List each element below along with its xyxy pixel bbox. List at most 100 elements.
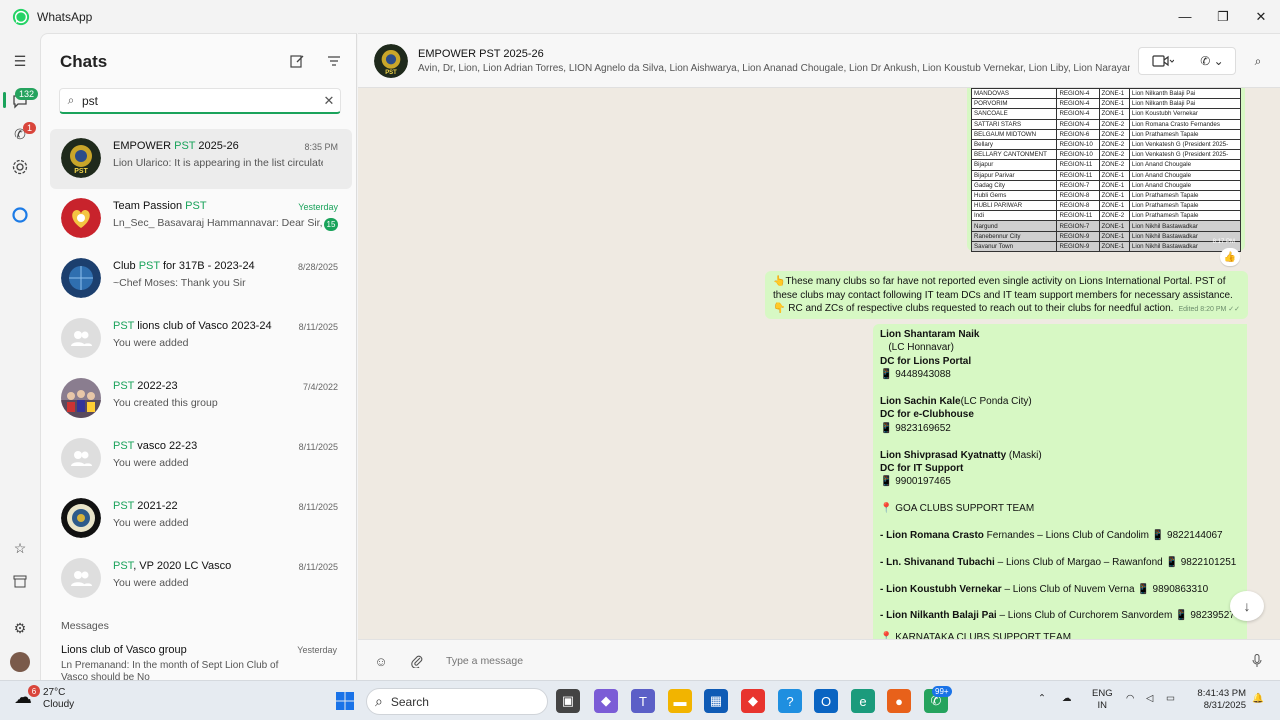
table-row: Bijapur REGION-11 ZONE-2 Lion Anand Chougal… <box>970 159 1242 171</box>
minimize-button[interactable]: — <box>1166 0 1204 33</box>
table-cell: ZONE-1 <box>1098 220 1130 232</box>
chats-sidebar: Chats ⌕ ✕ PST EMPOWER PST 2025-26 8:35 P… <box>40 33 357 680</box>
default-group-avatar-icon <box>61 438 101 478</box>
file-explorer-icon[interactable]: ▬ <box>668 689 692 713</box>
meta-ai-icon[interactable] <box>10 205 30 225</box>
clear-search-icon[interactable]: ✕ <box>318 93 340 109</box>
starred-icon[interactable]: ☆ <box>10 538 30 558</box>
maximize-button[interactable]: ❐ <box>1204 0 1242 33</box>
new-chat-icon[interactable] <box>288 52 306 70</box>
table-cell: Bellary <box>970 138 1058 151</box>
volume-icon[interactable]: ◁ <box>1146 693 1153 705</box>
chat-time: 8/28/2025 <box>297 262 338 272</box>
clock[interactable]: 8:41:43 PM 8/31/2025 <box>1190 688 1246 712</box>
table-cell: ZONE-1 <box>1098 189 1130 202</box>
settings-gear-icon[interactable]: ⚙ <box>10 618 30 638</box>
default-group-avatar-icon <box>61 318 101 358</box>
contact-name: Lion Shivprasad Kyatnatty <box>880 449 1007 461</box>
video-call-button[interactable] <box>1139 48 1187 74</box>
chat-item[interactable]: PST vasco 22-23 8/11/2025 You were added <box>50 429 352 489</box>
table-cell: Lion Venkatesh G (President 2025- <box>1128 138 1242 151</box>
microphone-icon[interactable] <box>1248 652 1266 670</box>
notification-bell-icon[interactable]: 🔔 <box>1252 693 1264 705</box>
table-cell: REGION-7 <box>1056 179 1100 191</box>
table-cell: ZONE-1 <box>1098 98 1130 110</box>
default-group-avatar-icon <box>61 558 101 598</box>
message-search-result[interactable]: Lions club of Vasco group Yesterday Ln P… <box>61 644 341 680</box>
message-input[interactable] <box>446 652 1226 670</box>
table-cell: REGION-9 <box>1056 240 1100 253</box>
teams-icon[interactable]: T <box>631 689 655 713</box>
task-view-icon[interactable]: ▣ <box>556 689 580 713</box>
battery-icon[interactable]: ▭ <box>1166 693 1175 705</box>
table-cell: Lion Prathamesh Tapale <box>1128 128 1242 140</box>
search-box[interactable]: ⌕ ✕ <box>59 88 341 114</box>
scroll-to-bottom-button[interactable]: ↓ <box>1230 591 1264 621</box>
reaction-badge[interactable]: 👍 <box>1220 248 1240 266</box>
status-icon[interactable] <box>10 157 30 177</box>
table-cell: Bijapur <box>970 159 1058 171</box>
table-cell: Lion Venkatesh G (President 2025- <box>1128 149 1242 161</box>
help-icon[interactable]: ? <box>778 689 802 713</box>
table-row: BELGAUM MIDTOWN REGION-6 ZONE-2 Lion Pratha… <box>970 128 1242 140</box>
table-cell: ZONE-1 <box>1098 169 1130 181</box>
chat-search-icon[interactable]: ⌕ <box>1248 48 1268 74</box>
filter-icon[interactable] <box>325 52 343 70</box>
show-hidden-icons[interactable]: ⌃ <box>1038 693 1046 705</box>
message-bubble[interactable]: Lion Shantaram Naik (LC Honnavar) DC for… <box>873 324 1247 639</box>
outlook-icon[interactable]: O <box>814 689 838 713</box>
table-row: Bellary REGION-10 ZONE-2 Lion Venkatesh G (… <box>970 138 1242 151</box>
language-indicator[interactable]: ENG IN <box>1092 688 1113 712</box>
member-name: - Lion Nilkanth Balaji Pai <box>880 610 997 622</box>
table-cell: REGION-8 <box>1056 189 1100 202</box>
chat-header[interactable]: PST EMPOWER PST 2025-26 Avin, Dr, Lion, … <box>358 34 1280 88</box>
chat-header-avatar[interactable]: PST <box>374 44 408 78</box>
table-cell: ZONE-1 <box>1098 230 1130 242</box>
table-cell: REGION-11 <box>1056 159 1100 171</box>
onedrive-icon[interactable]: ☁ <box>1062 693 1072 705</box>
table-cell: Lion Nilkanth Balaji Pai <box>1128 98 1242 110</box>
chat-time: 7/4/2022 <box>302 382 338 392</box>
table-cell: Nargund <box>970 220 1058 232</box>
table-cell: REGION-4 <box>1056 118 1100 130</box>
chat-name: PST lions club of Vasco 2023-24 <box>113 320 272 332</box>
group-avatar-emblem <box>61 498 101 538</box>
close-window-button[interactable]: ✕ <box>1242 0 1280 33</box>
table-cell: ZONE-2 <box>1098 128 1130 140</box>
store-icon[interactable]: ▦ <box>704 689 728 713</box>
chat-item[interactable]: PST EMPOWER PST 2025-26 8:35 PM Lion Ula… <box>50 129 352 189</box>
firefox-icon[interactable]: ● <box>887 689 911 713</box>
search-input[interactable] <box>82 93 318 108</box>
app-red-icon[interactable]: ◆ <box>741 689 765 713</box>
attach-icon[interactable] <box>408 652 426 670</box>
chat-item[interactable]: Team Passion PST Yesterday Ln_Sec_ Basav… <box>50 189 352 249</box>
message-bubble[interactable]: 👆These many clubs so far have not report… <box>765 271 1248 319</box>
app-title: WhatsApp <box>37 9 93 24</box>
chat-item[interactable]: PST 2022-23 7/4/2022 You created this gr… <box>50 369 352 429</box>
chat-item[interactable]: Club PST for 317B - 2023-24 8/28/2025 ~C… <box>50 249 352 309</box>
chat-name: PST vasco 22-23 <box>113 440 198 452</box>
voice-call-button[interactable]: ✆ ⌄ <box>1189 48 1235 74</box>
menu-icon[interactable]: ☰ <box>10 51 30 71</box>
table-cell: Lion Prathamesh Tapale <box>1128 189 1242 202</box>
table-cell: ZONE-1 <box>1098 240 1130 253</box>
chat-item[interactable]: PST 2021-22 8/11/2025 You were added <box>50 489 352 549</box>
table-row: SATTARI STARS REGION-4 ZONE-2 Lion Romana C… <box>970 118 1242 130</box>
image-timestamp: 8:17 PM <box>1212 239 1235 245</box>
table-cell: Hubli Gems <box>970 189 1058 202</box>
table-cell: SATTARI STARS <box>970 118 1058 130</box>
windows-start-icon[interactable] <box>333 689 357 713</box>
taskbar-search[interactable]: ⌕ Search <box>366 688 548 715</box>
emoji-icon[interactable]: ☺ <box>372 652 390 670</box>
archive-icon[interactable] <box>10 571 30 591</box>
edge-icon[interactable]: e <box>851 689 875 713</box>
copilot-icon[interactable]: ◆ <box>594 689 618 713</box>
profile-avatar[interactable] <box>10 652 30 672</box>
weather-widget[interactable]: ☁ 6 27°C Cloudy <box>14 685 74 711</box>
chat-time: 8/11/2025 <box>298 562 338 572</box>
chat-item[interactable]: PST lions club of Vasco 2023-24 8/11/202… <box>50 309 352 369</box>
wifi-icon[interactable]: ◠ <box>1126 693 1134 705</box>
image-message[interactable]: MANDOVAS REGION-4 ZONE-1 Lion Nilkanth Bala… <box>967 88 1245 253</box>
title-bar: WhatsApp — ❐ ✕ <box>0 0 1280 33</box>
chat-item[interactable]: PST, VP 2020 LC Vasco 8/11/2025 You were… <box>50 549 352 609</box>
